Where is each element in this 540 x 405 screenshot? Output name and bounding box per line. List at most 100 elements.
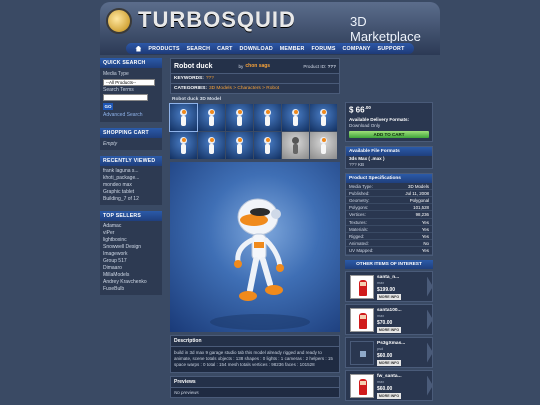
spec-row: Materials: Yes [346, 226, 432, 233]
top-sellers-box: TOP SELLERS Adamac viPer lightboxinc Sno… [100, 211, 162, 295]
product-title: Robot duck [174, 62, 213, 70]
more-info-button[interactable]: MORE INFO [377, 326, 401, 333]
recent-item[interactable]: khoti_package... [103, 175, 159, 182]
product-title-bar: Robot duck by chon sags Product ID: ??? [170, 58, 340, 74]
seller-item[interactable]: Group 517 [103, 258, 159, 265]
arrow-icon [427, 375, 433, 396]
media-type-label: Media Type [103, 71, 129, 77]
seller-item[interactable]: viPer [103, 230, 159, 237]
other-item[interactable]: santa_n... max $199.00 MORE INFO [345, 270, 433, 302]
other-item-thumbnail[interactable] [350, 373, 374, 398]
nav-cart[interactable]: CART [217, 46, 233, 52]
thumbnail[interactable] [310, 132, 337, 159]
purchase-box: $ 66.00 Available Delivery Formats: Down… [345, 102, 433, 142]
nav-forums[interactable]: FORUMS [311, 46, 335, 52]
other-item-price: $60.00 [377, 385, 393, 392]
cart-status: Empty [103, 140, 118, 147]
add-to-cart-button[interactable]: ADD TO CART [349, 130, 429, 138]
spec-row: Rigged: Yes [346, 233, 432, 241]
more-info-button[interactable]: MORE INFO [377, 293, 401, 300]
seller-item[interactable]: Snowwell Design [103, 244, 159, 251]
nav-support[interactable]: SUPPORT [378, 46, 405, 52]
other-item-price: $70.00 [377, 319, 393, 326]
other-item-thumbnail[interactable] [350, 340, 374, 365]
thumbnail[interactable] [226, 104, 253, 131]
logo-text[interactable]: TURBOSQUID [138, 7, 296, 33]
recently-viewed-title: RECENTLY VIEWED [100, 156, 162, 166]
thumbnail[interactable] [198, 132, 225, 159]
site-header: TURBOSQUID 3D Marketplace PRODUCTS SEARC… [100, 2, 440, 55]
nav-search[interactable]: SEARCH [187, 46, 211, 52]
seller-item[interactable]: Adamac [103, 223, 159, 230]
thumbnail[interactable] [282, 132, 309, 159]
seller-item[interactable]: MillaModels [103, 272, 159, 279]
thumbnail[interactable] [254, 104, 281, 131]
right-column: $ 66.00 Available Delivery Formats: Down… [345, 102, 433, 405]
product-id-label: Product ID: [303, 63, 327, 69]
description-title: Description [170, 335, 340, 347]
specs-box: Product Specifications Media Type: 3D Mod… [345, 172, 433, 256]
other-item[interactable]: fw_santa... max $60.00 MORE INFO [345, 369, 433, 401]
recent-item[interactable]: mondeo max [103, 182, 159, 189]
main-nav: PRODUCTS SEARCH CART DOWNLOAD MEMBER FOR… [126, 43, 414, 54]
previews-text: No previews [170, 388, 340, 398]
advanced-search-link[interactable]: Advanced Search [103, 111, 159, 120]
shopping-cart-box: SHOPPING CART Empty [100, 127, 162, 150]
arrow-icon [427, 276, 433, 297]
other-item-thumbnail[interactable] [350, 307, 374, 332]
search-input[interactable] [103, 94, 148, 102]
other-item-format: max [377, 280, 385, 285]
arrow-icon [427, 309, 433, 330]
seller-item[interactable]: Andrey Kravchenko [103, 279, 159, 286]
recent-item[interactable]: Building_7 of 12 [103, 196, 159, 203]
spec-row: Polygons: 101,528 [346, 204, 432, 212]
other-item-name[interactable]: santa_n... [377, 275, 399, 280]
recent-item[interactable]: Graphic tablet [103, 189, 159, 196]
nav-member[interactable]: MEMBER [280, 46, 305, 52]
thumbnail[interactable] [226, 132, 253, 159]
seller-item[interactable]: FuseBulb [103, 286, 159, 293]
nav-company[interactable]: COMPANY [343, 46, 371, 52]
keywords-row: KEYWORDS:??? [170, 74, 340, 84]
go-button[interactable]: GO [103, 102, 113, 110]
spec-row: Published: Jul 11, 2008 [346, 190, 432, 198]
other-item-format: psd [377, 346, 384, 351]
search-terms-label: Search Terms [103, 86, 134, 93]
seller-item[interactable]: Imagework [103, 251, 159, 258]
main-preview-image[interactable] [170, 162, 340, 332]
recent-item[interactable]: frank laguna s... [103, 168, 159, 175]
media-type-select[interactable]: --All Products-- [103, 78, 155, 86]
other-item-name[interactable]: fw_santa... [377, 374, 402, 379]
other-item[interactable]: Ps3gXmas... psd $60.00 MORE INFO [345, 336, 433, 368]
thumbnail[interactable] [198, 104, 225, 131]
other-item-price: $199.00 [377, 286, 396, 293]
file-formats-title: Available File Formats [346, 146, 432, 156]
thumbnail[interactable] [169, 103, 198, 132]
quick-search-title: QUICK SEARCH [100, 58, 162, 68]
seller-item[interactable]: Dimaaro [103, 265, 159, 272]
other-item-thumbnail[interactable] [350, 274, 374, 299]
description-text: build in 3d max 9 garage studio tab this… [170, 347, 340, 373]
other-item-name[interactable]: santa100... [377, 308, 402, 313]
model-label: Robot duck 3D Model [172, 97, 222, 102]
home-icon[interactable] [135, 45, 142, 52]
logo-icon[interactable] [106, 8, 132, 34]
more-info-button[interactable]: MORE INFO [377, 392, 401, 399]
file-size: ??? KB [349, 161, 365, 167]
product-id: ??? [327, 63, 336, 69]
other-item-name[interactable]: Ps3gXmas... [377, 341, 405, 346]
robot-duck-figure [210, 198, 310, 330]
categories-value[interactable]: 3D Models > Characters > Robot [209, 86, 279, 91]
more-info-button[interactable]: MORE INFO [377, 359, 401, 366]
thumbnail[interactable] [254, 132, 281, 159]
author-link[interactable]: chon sags [245, 63, 270, 69]
nav-download[interactable]: DOWNLOAD [240, 46, 273, 52]
nav-products[interactable]: PRODUCTS [148, 46, 179, 52]
left-sidebar: QUICK SEARCH Media Type --All Products--… [100, 58, 162, 405]
thumbnail[interactable] [282, 104, 309, 131]
top-sellers-title: TOP SELLERS [100, 211, 162, 221]
thumbnail[interactable] [170, 132, 197, 159]
seller-item[interactable]: lightboxinc [103, 237, 159, 244]
other-item[interactable]: santa100... max $70.00 MORE INFO [345, 303, 433, 335]
thumbnail[interactable] [310, 104, 337, 131]
